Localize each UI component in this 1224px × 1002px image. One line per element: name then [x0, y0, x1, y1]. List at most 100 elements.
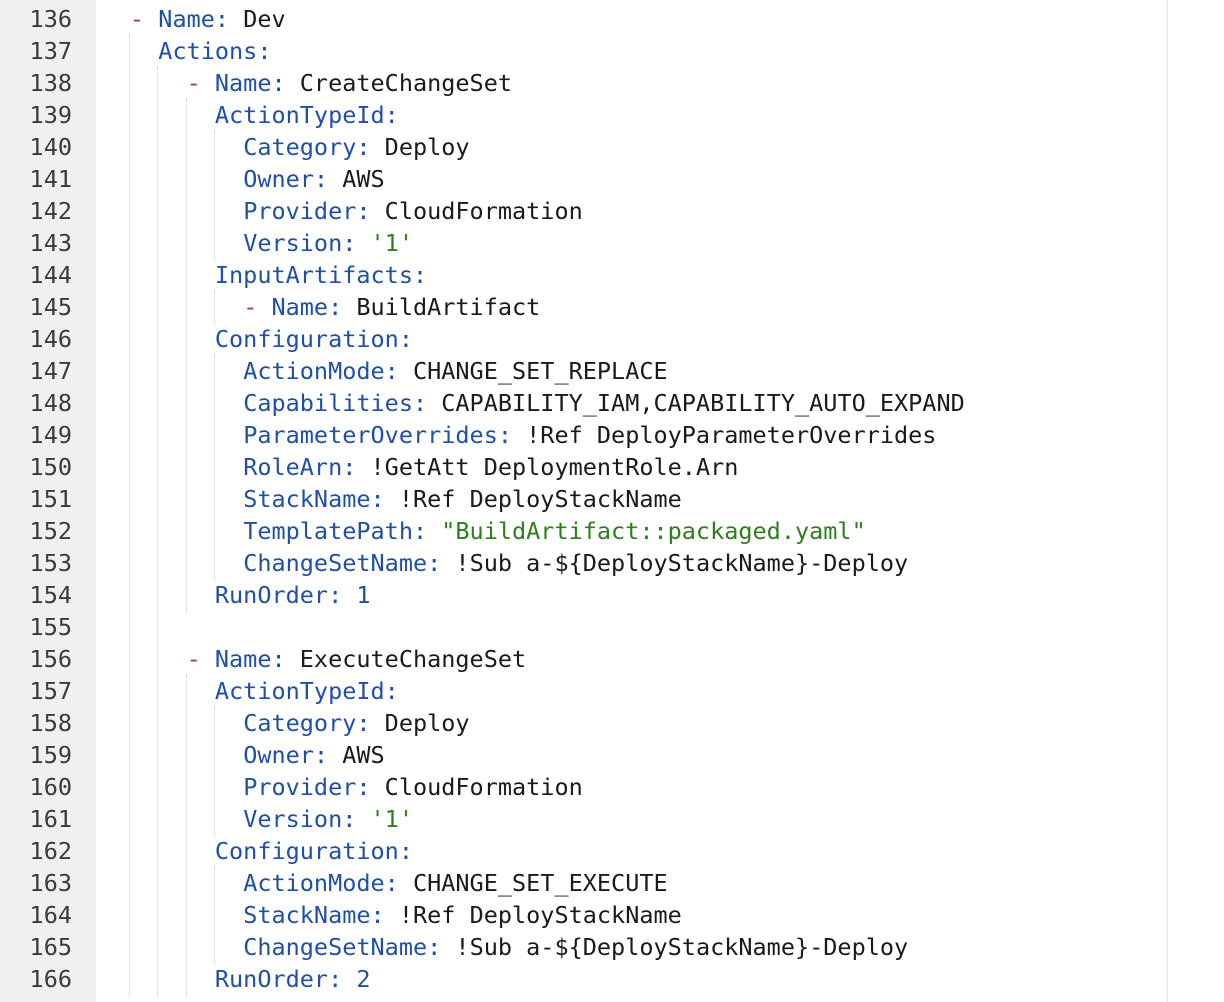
- code-line[interactable]: 160 Provider: CloudFormation: [0, 771, 1224, 803]
- code-line[interactable]: 147 ActionMode: CHANGE_SET_REPLACE: [0, 355, 1224, 387]
- code-line[interactable]: 164 StackName: !Ref DeployStackName: [0, 899, 1224, 931]
- code-line[interactable]: 140 Category: Deploy: [0, 131, 1224, 163]
- line-content[interactable]: Owner: AWS: [130, 163, 385, 195]
- line-content[interactable]: ActionTypeId:: [130, 675, 399, 707]
- code-line[interactable]: 153 ChangeSetName: !Sub a-${DeployStackN…: [0, 547, 1224, 579]
- code-line[interactable]: 136 - Name: Dev: [0, 3, 1224, 35]
- code-line[interactable]: 162 Configuration:: [0, 835, 1224, 867]
- line-content[interactable]: - Name: CreateChangeSet: [130, 67, 512, 99]
- code-line[interactable]: 154 RunOrder: 1: [0, 579, 1224, 611]
- line-content[interactable]: - Name: Dev: [130, 3, 286, 35]
- code-line[interactable]: 165 ChangeSetName: !Sub a-${DeployStackN…: [0, 931, 1224, 963]
- list-dash: -: [130, 5, 159, 33]
- code-line[interactable]: 143 Version: '1': [0, 227, 1224, 259]
- line-content[interactable]: StackName: !Ref DeployStackName: [130, 899, 682, 931]
- line-content[interactable]: ActionTypeId:: [130, 99, 399, 131]
- line-content[interactable]: Category: Deploy: [130, 707, 469, 739]
- yaml-colon: :: [342, 229, 371, 257]
- line-content[interactable]: RunOrder: 2: [130, 963, 371, 995]
- line-content[interactable]: Configuration:: [130, 835, 413, 867]
- line-content[interactable]: Capabilities: CAPABILITY_IAM,CAPABILITY_…: [130, 387, 965, 419]
- line-content[interactable]: Version: '1': [130, 227, 413, 259]
- yaml-colon: :: [412, 389, 442, 417]
- yaml-colon: :: [356, 773, 385, 801]
- code-line[interactable]: 157 ActionTypeId:: [0, 675, 1224, 707]
- code-line[interactable]: 141 Owner: AWS: [0, 163, 1224, 195]
- code-line[interactable]: 156 - Name: ExecuteChangeSet: [0, 643, 1224, 675]
- line-content[interactable]: Category: Deploy: [130, 131, 469, 163]
- code-line[interactable]: 161 Version: '1': [0, 803, 1224, 835]
- line-content[interactable]: Actions:: [130, 35, 271, 67]
- line-content[interactable]: Owner: AWS: [130, 739, 385, 771]
- line-number: 138: [29, 69, 72, 97]
- line-content[interactable]: RoleArn: !GetAtt DeploymentRole.Arn: [130, 451, 738, 483]
- code-line[interactable]: 152 TemplatePath: "BuildArtifact::packag…: [0, 515, 1224, 547]
- code-line[interactable]: 145 - Name: BuildArtifact: [0, 291, 1224, 323]
- yaml-key: Category: [243, 133, 357, 161]
- line-number: 162: [29, 837, 72, 865]
- line-content[interactable]: Version: '1': [130, 803, 413, 835]
- line-content[interactable]: Provider: CloudFormation: [130, 195, 583, 227]
- yaml-colon: :: [384, 101, 399, 129]
- code-line[interactable]: 148 Capabilities: CAPABILITY_IAM,CAPABIL…: [0, 387, 1224, 419]
- yaml-colon: :: [412, 261, 428, 289]
- line-number: 143: [29, 229, 72, 257]
- line-content[interactable]: InputArtifacts:: [130, 259, 427, 291]
- line-content[interactable]: StackName: !Ref DeployStackName: [130, 483, 682, 515]
- yaml-value: !Sub a-${DeployStackName}-Deploy: [455, 933, 909, 961]
- yaml-colon: :: [398, 837, 413, 865]
- yaml-value: CloudFormation: [384, 197, 583, 225]
- yaml-colon: :: [313, 741, 343, 769]
- code-line[interactable]: 142 Provider: CloudFormation: [0, 195, 1224, 227]
- code-lines[interactable]: 136- Name: Dev 137 Actions: 138 - Name: Cr…: [0, 3, 1224, 995]
- line-content[interactable]: Configuration:: [130, 323, 413, 355]
- code-line[interactable]: 144 InputArtifacts:: [0, 259, 1224, 291]
- yaml-value: CHANGE_SET_REPLACE: [412, 357, 668, 385]
- code-line[interactable]: 137 Actions:: [0, 35, 1224, 67]
- yaml-key: Name: [214, 645, 272, 673]
- line-number: 144: [29, 261, 72, 289]
- yaml-colon: :: [342, 805, 371, 833]
- code-line[interactable]: 158 Category: Deploy: [0, 707, 1224, 739]
- code-line[interactable]: 146 Configuration:: [0, 323, 1224, 355]
- line-content[interactable]: TemplatePath: "BuildArtifact::packaged.y…: [130, 515, 866, 547]
- code-line[interactable]: 150 RoleArn: !GetAtt DeploymentRole.Arn: [0, 451, 1224, 483]
- yaml-key: RunOrder: [214, 965, 329, 993]
- line-content[interactable]: ParameterOverrides: !Ref DeployParameter…: [130, 419, 936, 451]
- code-line[interactable]: 166 RunOrder: 2: [0, 963, 1224, 995]
- yaml-key: Provider: [243, 197, 357, 225]
- list-dash: -: [186, 69, 215, 97]
- code-line[interactable]: 151 StackName: !Ref DeployStackName: [0, 483, 1224, 515]
- code-line[interactable]: 163 ActionMode: CHANGE_SET_EXECUTE: [0, 867, 1224, 899]
- line-content[interactable]: - Name: ExecuteChangeSet: [130, 643, 527, 675]
- yaml-value: AWS: [342, 165, 385, 193]
- yaml-key: RunOrder: [214, 581, 329, 609]
- line-content[interactable]: RunOrder: 1: [130, 579, 371, 611]
- code-line[interactable]: 155: [0, 611, 1224, 643]
- yaml-colon: :: [384, 357, 413, 385]
- yaml-value: '1': [370, 805, 413, 833]
- line-content[interactable]: ChangeSetName: !Sub a-${DeployStackName}…: [130, 931, 908, 963]
- yaml-colon: :: [497, 421, 527, 449]
- code-line[interactable]: 149 ParameterOverrides: !Ref DeployParam…: [0, 419, 1224, 451]
- code-line[interactable]: 138 - Name: CreateChangeSet: [0, 67, 1224, 99]
- line-content[interactable]: ActionMode: CHANGE_SET_REPLACE: [130, 355, 668, 387]
- line-content[interactable]: ActionMode: CHANGE_SET_EXECUTE: [130, 867, 667, 899]
- yaml-value: BuildArtifact: [356, 293, 541, 321]
- line-content[interactable]: ChangeSetName: !Sub a-${DeployStackName}…: [130, 547, 908, 579]
- code-editor[interactable]: 136- Name: Dev 137 Actions: 138 - Name: Cr…: [0, 0, 1224, 1002]
- yaml-value: 2: [356, 965, 371, 993]
- line-content[interactable]: - Name: BuildArtifact: [130, 291, 540, 323]
- line-number: 153: [29, 549, 72, 577]
- code-line[interactable]: 139 ActionTypeId:: [0, 99, 1224, 131]
- yaml-colon: :: [356, 197, 385, 225]
- code-line[interactable]: 159 Owner: AWS: [0, 739, 1224, 771]
- line-content[interactable]: Provider: CloudFormation: [130, 771, 583, 803]
